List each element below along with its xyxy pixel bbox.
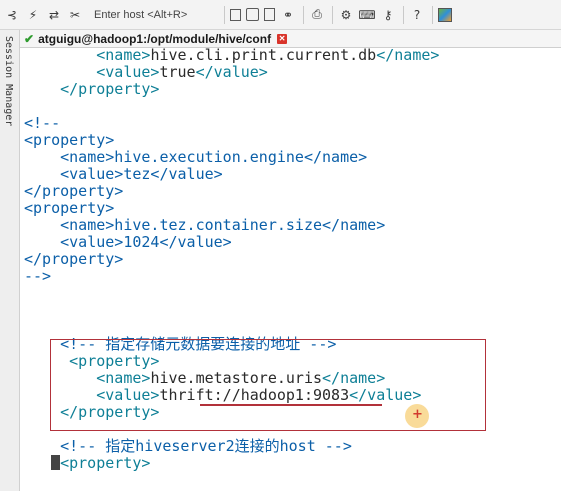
app-icon[interactable] (438, 7, 452, 22)
code-token: --> (24, 267, 52, 285)
code-token: true (159, 63, 196, 81)
terminal-line: --> (24, 268, 51, 285)
terminal-line: <name>hive.tez.container.size</name> (24, 217, 385, 234)
code-token: <name>hive.execution.engine</name> (60, 148, 368, 166)
toolbar-separator (332, 5, 333, 24)
toolbar-separator (403, 5, 404, 24)
terminal-line: <value>tez</value> (24, 166, 223, 183)
code-token: hive.cli.print.current.db (150, 48, 377, 64)
help-icon[interactable]: ? (409, 7, 425, 23)
toolbar-separator (224, 5, 225, 24)
copy-icon[interactable] (230, 8, 241, 21)
code-token: <!-- 指定hiveserver2连接的host --> (60, 437, 352, 455)
code-token: <value>1024</value> (60, 233, 232, 251)
terminal-line: <property> (24, 132, 114, 149)
code-token: <name>hive.tez.container.size</name> (60, 216, 386, 234)
terminal-line: <name>hive.execution.engine</name> (24, 149, 367, 166)
terminal-line: <value>1024</value> (24, 234, 232, 251)
connected-check-icon: ✔ (24, 31, 35, 46)
mouse-pointer-highlight (405, 404, 429, 428)
code-token: <value> (96, 63, 160, 81)
code-token: <name> (96, 48, 151, 64)
connect-icon[interactable]: ⊰ (4, 7, 20, 23)
binoculars-icon[interactable]: ⚭ (280, 7, 296, 23)
terminal-line: <value>true</value> (24, 64, 268, 81)
gear-icon[interactable]: ⚙ (338, 7, 354, 23)
printer-icon[interactable]: ⎙ (309, 7, 325, 23)
key-icon[interactable]: ⚷ (380, 7, 396, 23)
toolbar-separator (303, 5, 304, 24)
terminal-line: <!-- 指定hiveserver2连接的host --> (24, 438, 352, 455)
terminal-line: <property> (24, 455, 150, 472)
code-token: <property> (60, 454, 151, 472)
clipboard-icon[interactable] (264, 8, 275, 21)
code-token: <property> (24, 131, 115, 149)
session-manager-tab[interactable]: Session Manager (0, 30, 20, 491)
close-icon[interactable]: ✕ (277, 33, 288, 44)
paste-icon[interactable] (246, 8, 259, 21)
terminal-line: </property> (24, 81, 159, 98)
code-token: </name> (376, 48, 440, 64)
toolbar: ⊰ ⚡ ⇄ ✂ Enter host <Alt+R> ⚭ ⎙ ⚙ ⌨ ⚷ ? (0, 0, 561, 30)
code-token: </property> (60, 80, 160, 98)
code-token: </property> (24, 250, 124, 268)
toolbar-separator (432, 5, 433, 24)
keyboard-icon[interactable]: ⌨ (358, 7, 375, 23)
code-token: <!-- (24, 114, 61, 132)
reconnect-icon[interactable]: ⇄ (46, 7, 62, 23)
terminal-line: <property> (24, 200, 114, 217)
disconnect-icon[interactable]: ✂ (67, 7, 83, 23)
session-tab-bar: ✔ atguigu@hadoop1:/opt/module/hive/conf … (20, 30, 561, 48)
terminal-cursor (51, 455, 61, 470)
code-token: <property> (24, 199, 115, 217)
annotation-underline (200, 404, 382, 406)
code-token: </value> (195, 63, 268, 81)
host-input[interactable]: Enter host <Alt+R> (94, 6, 214, 24)
session-title: atguigu@hadoop1:/opt/module/hive/conf (38, 31, 272, 46)
session-tab[interactable]: ✔ atguigu@hadoop1:/opt/module/hive/conf … (24, 30, 288, 47)
terminal-line: </property> (24, 183, 123, 200)
terminal-line: </property> (24, 251, 123, 268)
code-token: <value>tez</value> (60, 165, 223, 183)
lightning-icon[interactable]: ⚡ (25, 7, 41, 23)
terminal-line: <name>hive.cli.print.current.db</name> (24, 48, 439, 64)
code-token: </property> (24, 182, 124, 200)
terminal-area[interactable]: <property> <!-- 指定hiveserver2连接的host -->… (20, 48, 561, 491)
session-manager-label: Session Manager (3, 36, 14, 127)
terminal-line: <!-- (24, 115, 60, 132)
